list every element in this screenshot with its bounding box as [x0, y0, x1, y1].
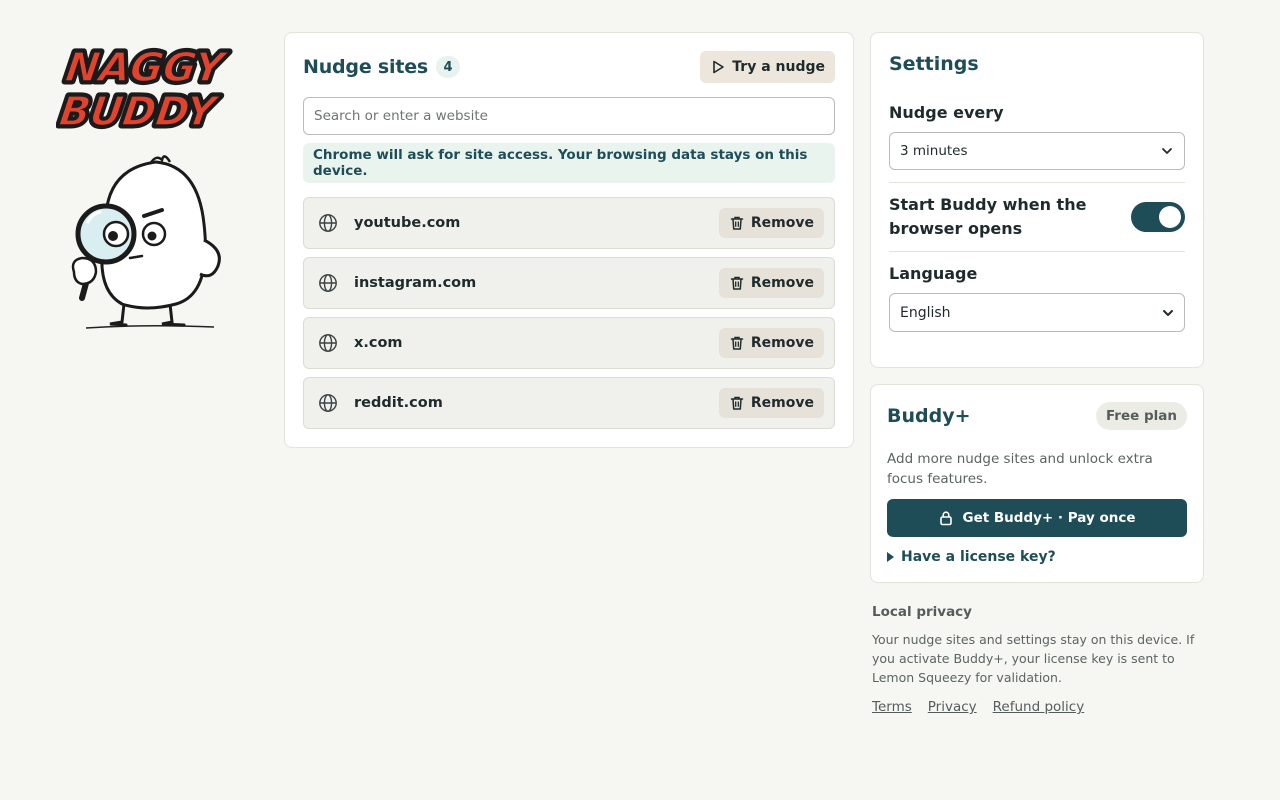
toggle-knob — [1159, 206, 1181, 228]
get-buddy-plus-button[interactable]: Get Buddy+ · Pay once — [887, 499, 1187, 537]
license-key-disclosure[interactable]: Have a license key? — [887, 549, 1187, 565]
buddy-plus-title: Buddy+ — [887, 405, 971, 427]
nudge-sites-header: Nudge sites 4 Try a nudge — [303, 51, 835, 83]
globe-icon — [318, 393, 338, 413]
naggy-buddy-logo: NAGGY NAGGY BUDDY BUDDY — [56, 42, 234, 136]
site-list: youtube.com Remove instagram.com Remove … — [303, 197, 835, 429]
globe-icon — [318, 213, 338, 233]
nudge-interval-value: 3 minutes — [900, 143, 968, 159]
startup-toggle[interactable] — [1131, 202, 1185, 232]
footer-links: Terms Privacy Refund policy — [872, 699, 1206, 715]
disclosure-triangle-icon — [887, 552, 894, 562]
refund-policy-link[interactable]: Refund policy — [993, 699, 1085, 715]
trash-icon — [729, 335, 745, 351]
lock-icon — [938, 510, 954, 526]
language-select[interactable]: English — [889, 293, 1185, 332]
plan-badge: Free plan — [1095, 402, 1187, 430]
remove-site-button[interactable]: Remove — [718, 388, 824, 418]
site-domain: x.com — [354, 335, 403, 351]
site-domain: youtube.com — [354, 215, 461, 231]
nudge-sites-panel: Nudge sites 4 Try a nudge Chrome will as… — [284, 32, 854, 448]
remove-label: Remove — [750, 215, 814, 231]
remove-label: Remove — [750, 275, 814, 291]
privacy-link[interactable]: Privacy — [928, 699, 977, 715]
settings-panel: Settings Nudge every 3 minutes Start Bud… — [870, 32, 1204, 368]
startup-setting-row: Start Buddy when the browser opens — [889, 183, 1185, 251]
buddy-plus-header: Buddy+ Free plan — [887, 401, 1187, 431]
site-domain: reddit.com — [354, 395, 443, 411]
chevron-down-icon — [1160, 144, 1174, 158]
remove-site-button[interactable]: Remove — [718, 328, 824, 358]
logo-line2: BUDDY — [57, 89, 223, 135]
logo-line1: NAGGY — [63, 45, 231, 91]
try-nudge-button[interactable]: Try a nudge — [700, 51, 835, 83]
terms-link[interactable]: Terms — [872, 699, 912, 715]
mascot-illustration — [71, 155, 221, 329]
remove-site-button[interactable]: Remove — [718, 268, 824, 298]
site-row: x.com Remove — [303, 317, 835, 369]
nudge-sites-title: Nudge sites — [303, 56, 429, 78]
play-icon — [710, 59, 726, 75]
site-row: youtube.com Remove — [303, 197, 835, 249]
trash-icon — [729, 215, 745, 231]
buddy-plus-description: Add more nudge sites and unlock extra fo… — [887, 451, 1153, 487]
site-access-notice: Chrome will ask for site access. Your br… — [303, 143, 835, 183]
privacy-title: Local privacy — [872, 604, 972, 620]
site-row: instagram.com Remove — [303, 257, 835, 309]
language-value: English — [900, 304, 951, 321]
site-domain: instagram.com — [354, 275, 477, 291]
site-row: reddit.com Remove — [303, 377, 835, 429]
settings-title: Settings — [889, 53, 979, 75]
try-nudge-label: Try a nudge — [732, 59, 825, 75]
remove-label: Remove — [750, 395, 814, 411]
privacy-section: Local privacy Your nudge sites and setti… — [872, 604, 1206, 715]
chevron-down-icon — [1162, 307, 1174, 319]
buddy-plus-panel: Buddy+ Free plan Add more nudge sites an… — [870, 384, 1204, 583]
trash-icon — [729, 275, 745, 291]
globe-icon — [318, 333, 338, 353]
globe-icon — [318, 273, 338, 293]
site-search-input[interactable] — [303, 97, 835, 135]
remove-label: Remove — [750, 335, 814, 351]
language-label: Language — [889, 264, 978, 283]
remove-site-button[interactable]: Remove — [718, 208, 824, 238]
site-count-badge: 4 — [436, 56, 461, 78]
brand: NAGGY NAGGY BUDDY BUDDY — [56, 40, 246, 136]
get-buddy-plus-label: Get Buddy+ · Pay once — [962, 510, 1136, 526]
privacy-text: Your nudge sites and settings stay on th… — [872, 632, 1195, 685]
trash-icon — [729, 395, 745, 411]
nudge-interval-label: Nudge every — [889, 103, 1004, 122]
license-key-label: Have a license key? — [901, 549, 1056, 565]
nudge-interval-select[interactable]: 3 minutes — [889, 132, 1185, 170]
startup-label: Start Buddy when the browser opens — [889, 195, 1087, 238]
divider — [889, 251, 1185, 252]
